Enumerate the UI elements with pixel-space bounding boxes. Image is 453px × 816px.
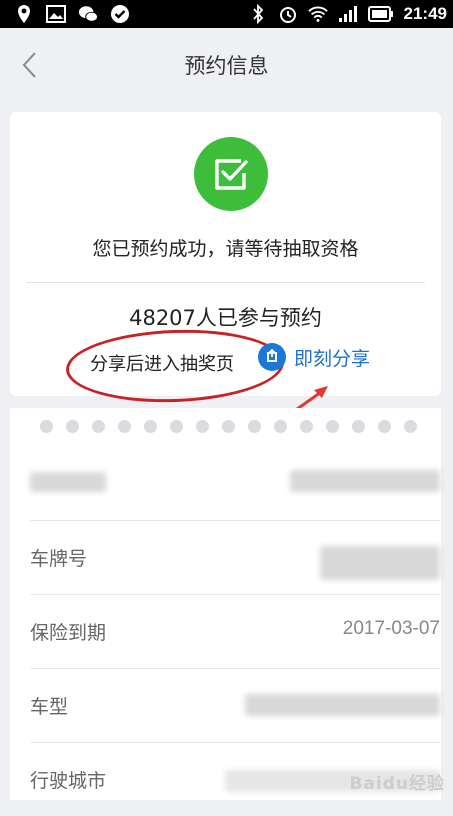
share-hint-text: 分享后进入抽奖页 xyxy=(90,354,234,375)
share-button[interactable]: 即刻分享 xyxy=(258,343,370,371)
divider xyxy=(26,282,425,283)
wifi-icon xyxy=(307,4,328,24)
battery-icon xyxy=(367,4,394,24)
share-label: 即刻分享 xyxy=(294,347,371,370)
info-row-insurance: 保险到期 2017-03-07 xyxy=(30,594,440,669)
result-card: 您已预约成功，请等待抽取资格 48207人已参与预约 分享后进入抽奖页 即刻分享 xyxy=(10,112,441,406)
participant-count: 48207人已参与预约 xyxy=(129,306,322,330)
info-row-name xyxy=(30,446,440,521)
alarm-icon xyxy=(278,4,298,24)
image-icon xyxy=(46,4,66,24)
redacted-value xyxy=(245,694,440,716)
row-label: 车型 xyxy=(30,696,69,718)
row-label: 保险到期 xyxy=(30,622,107,644)
info-row-plate: 车牌号 xyxy=(30,520,440,595)
checkbox-icon xyxy=(194,137,268,211)
redacted-value xyxy=(290,470,440,492)
share-icon xyxy=(258,343,286,371)
row-label: 行驶城市 xyxy=(30,770,107,792)
perforation-dots xyxy=(40,420,417,433)
location-icon xyxy=(14,4,34,24)
reservation-details: 车牌号 保险到期 2017-03-07 车型 行驶城市 xyxy=(10,408,441,800)
success-message: 您已预约成功，请等待抽取资格 xyxy=(92,238,359,260)
redacted-value xyxy=(320,546,440,580)
bluetooth-icon xyxy=(248,4,268,24)
page-title: 预约信息 xyxy=(184,54,269,78)
status-bar: 21:49 xyxy=(0,0,453,28)
nav-bar: 预约信息 xyxy=(0,28,453,100)
redacted-label xyxy=(30,472,106,492)
signal-icon xyxy=(338,4,358,24)
row-value: 2017-03-07 xyxy=(342,618,440,639)
row-label: 车牌号 xyxy=(30,548,88,570)
watermark: Baidu经验 xyxy=(349,774,445,794)
clock-time: 21:49 xyxy=(403,4,447,23)
info-row-model: 车型 xyxy=(30,668,440,743)
wechat-icon xyxy=(78,4,98,24)
check-circle-icon xyxy=(110,4,130,24)
